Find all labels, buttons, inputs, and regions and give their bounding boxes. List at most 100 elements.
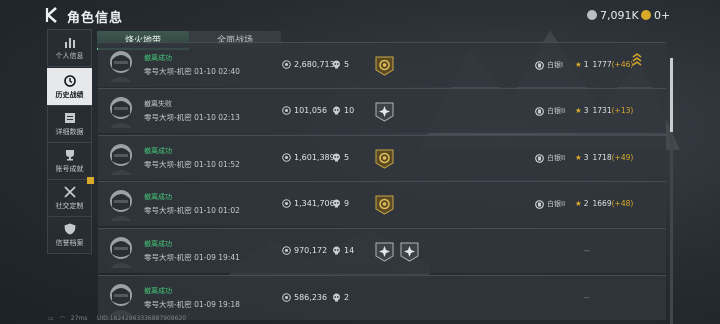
player-avatar (110, 97, 132, 128)
sidebar-item-achievements[interactable]: 账号成就 (47, 142, 92, 180)
gold-medal-icon[interactable] (375, 56, 394, 76)
star-icon: ★ (575, 153, 582, 162)
score-value: 1731 (592, 106, 612, 115)
back-arrow-icon[interactable] (44, 6, 62, 24)
no-rank-placeholder: -- (584, 246, 590, 255)
currency-primary: 7,091K (587, 7, 639, 23)
player-avatar (110, 144, 132, 175)
trophy-icon (65, 149, 74, 160)
silver-coin-icon (587, 10, 597, 20)
star-icon: ★ (575, 60, 582, 69)
star-count: 1 (583, 60, 589, 69)
wifi-icon: ◠ (59, 315, 65, 322)
map-name: 零号大坝-机密 (144, 160, 192, 169)
coin-icon (282, 106, 291, 115)
star-count: 3 (583, 106, 589, 115)
gold-medal-icon[interactable] (375, 149, 394, 169)
sidebar-item-label: 个人信息 (55, 51, 84, 60)
coin-icon (282, 153, 291, 162)
map-name: 零号大坝-机密 (144, 300, 192, 309)
coin-icon (282, 293, 291, 302)
kill-count: 10 (332, 106, 354, 115)
rank-emblem-icon (535, 60, 544, 70)
score-value: 1669 (592, 199, 612, 208)
money-value: 970,172 (294, 246, 328, 255)
rank-emblem-icon (535, 106, 544, 116)
kill-value: 14 (344, 246, 355, 255)
extraction-status: 撤离失败 (144, 100, 172, 108)
map-name: 零号大坝-机密 (144, 113, 192, 122)
kill-value: 9 (344, 199, 350, 208)
rank-up-chevrons-icon (632, 53, 642, 66)
rank-label: 白银II (535, 106, 565, 116)
skull-icon (333, 106, 340, 115)
silver-medal-icon[interactable] (375, 102, 394, 122)
skull-icon (333, 153, 340, 162)
sidebar-item-reputation[interactable]: 信誉档案 (47, 216, 92, 254)
money-earned: 1,341,706 (282, 199, 335, 208)
kill-count: 5 (332, 60, 349, 69)
score-info: ★ 3 1731 (+13) (575, 106, 633, 115)
map-and-time: 零号大坝-机密 01-10 01:02 (144, 205, 240, 216)
sidebar-item-history[interactable]: 历史战绩 (47, 68, 92, 106)
kill-value: 10 (344, 106, 355, 115)
player-avatar (110, 237, 132, 268)
score-delta: (+49) (611, 153, 634, 162)
sidebar-item-details[interactable]: 详细数据 (47, 105, 92, 143)
bar-chart-icon (64, 37, 75, 48)
rank-name: 白银II (547, 200, 566, 208)
money-value: 2,680,713 (294, 60, 335, 69)
sidebar-item-social[interactable]: 社交定制 (47, 177, 94, 217)
star-count: 3 (583, 153, 589, 162)
rank-label: 白银I (535, 60, 563, 70)
skull-icon (333, 293, 340, 302)
money-value: 586,236 (294, 293, 328, 302)
ping-value: 27ms (70, 315, 88, 322)
score-value: 1718 (592, 153, 612, 162)
extraction-status: 撤离成功 (144, 287, 172, 295)
map-and-time: 零号大坝-机密 01-09 19:18 (144, 299, 240, 310)
record-row[interactable]: 撤离成功 零号大坝-机密 01-10 02:40 2,680,713 5 白银I ★ 1 17… (98, 42, 666, 87)
score-info: ★ 2 1669 (+48) (575, 199, 633, 208)
money-earned: 2,680,713 (282, 60, 335, 69)
player-avatar (110, 190, 132, 221)
score-delta: (+13) (611, 106, 634, 115)
player-avatar (110, 51, 132, 82)
kill-count: 5 (332, 153, 349, 162)
silver-medal-icon[interactable] (375, 242, 394, 262)
match-time: 01-10 01:52 (194, 160, 240, 169)
record-row[interactable]: 撤离成功 零号大坝-机密 01-10 01:52 1,601,389 5 白银II ★ 3 1… (98, 135, 666, 180)
match-time: 01-10 02:40 (194, 67, 240, 76)
score-info: ★ 1 1777 (+46) (575, 60, 633, 69)
no-rank-placeholder: -- (584, 293, 590, 302)
kill-count: 14 (332, 246, 354, 255)
record-row[interactable]: 撤离成功 零号大坝-机密 01-09 19:41 970,172 14 -- (98, 228, 666, 273)
map-name: 零号大坝-机密 (144, 67, 192, 76)
silver-medal-icon[interactable] (400, 242, 419, 262)
extraction-status: 撤离成功 (144, 147, 172, 155)
record-row[interactable]: 撤离成功 零号大坝-机密 01-10 01:02 1,341,706 9 白银II ★ 2 1… (98, 181, 666, 226)
match-time: 01-09 19:18 (194, 300, 240, 309)
notification-badge (87, 177, 94, 184)
map-and-time: 零号大坝-机密 01-09 19:41 (144, 252, 240, 263)
sidebar-item-label: 账号成就 (55, 164, 84, 173)
coin-icon (282, 199, 291, 208)
tools-icon (63, 185, 76, 198)
record-row[interactable]: 撤离成功零号大坝-机密 01-09 19:18 586,236 2 -- (98, 275, 666, 320)
kill-value: 2 (344, 293, 350, 302)
skull-icon (333, 60, 340, 69)
player-avatar (110, 284, 132, 315)
currency-secondary[interactable]: 0+ (641, 7, 670, 23)
map-name: 零号大坝-机密 (144, 253, 192, 262)
sidebar-item-label: 社交定制 (55, 201, 84, 210)
star-icon: ★ (575, 106, 582, 115)
sidebar-item-personal-info[interactable]: 个人信息 (47, 29, 92, 67)
money-earned: 1,601,389 (282, 153, 335, 162)
record-row[interactable]: 撤离失败 零号大坝-机密 01-10 02:13 101,056 10 白银II ★ 3 17… (98, 88, 666, 133)
money-earned: 586,236 (282, 293, 327, 302)
rank-label: 白银II (535, 199, 565, 209)
scrollbar-thumb[interactable] (670, 58, 673, 132)
map-and-time: 零号大坝-机密 01-10 01:52 (144, 159, 240, 170)
score-delta: (+48) (611, 199, 634, 208)
gold-medal-icon[interactable] (375, 195, 394, 215)
